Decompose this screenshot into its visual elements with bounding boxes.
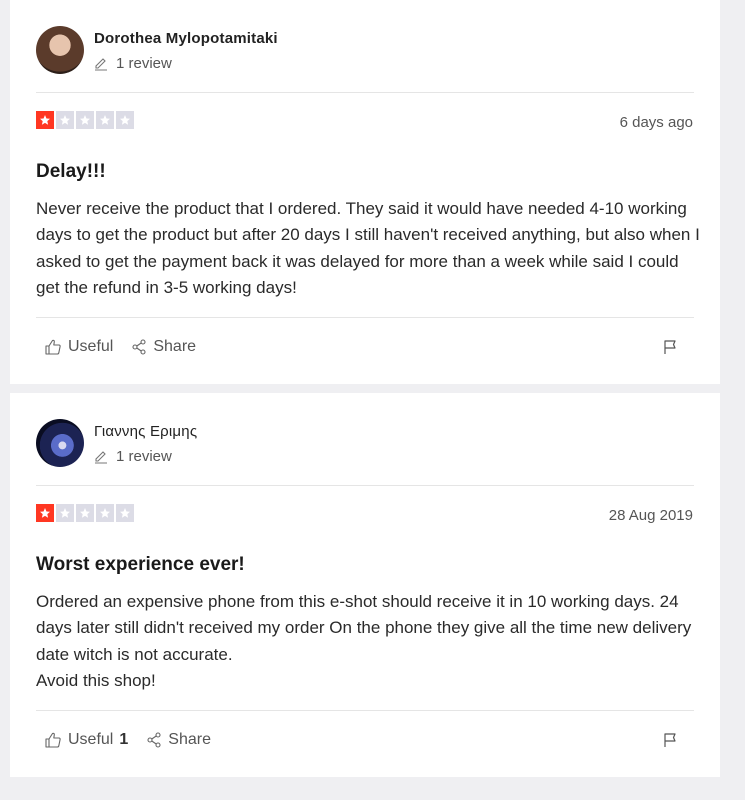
review-count: 1 review bbox=[94, 55, 172, 72]
useful-button[interactable]: Useful bbox=[44, 338, 113, 356]
review-count-label: 1 review bbox=[116, 448, 172, 465]
divider bbox=[36, 710, 694, 711]
review-count: 1 review bbox=[94, 448, 172, 465]
star-rating bbox=[36, 111, 134, 129]
star-icon bbox=[76, 504, 94, 522]
share-button[interactable]: Share bbox=[146, 731, 211, 749]
divider bbox=[36, 317, 694, 318]
review-title[interactable]: Delay!!! bbox=[36, 161, 106, 183]
share-label: Share bbox=[168, 731, 211, 748]
star-rating bbox=[36, 504, 134, 522]
share-icon bbox=[131, 339, 147, 355]
pencil-icon bbox=[94, 450, 108, 464]
reviewer-name[interactable]: Γιαννης Εριμης bbox=[94, 423, 197, 440]
avatar[interactable] bbox=[36, 419, 84, 467]
star-icon bbox=[116, 504, 134, 522]
star-icon bbox=[96, 504, 114, 522]
review-body-line: Avoid this shop! bbox=[36, 671, 156, 691]
useful-count: 1 bbox=[119, 731, 129, 748]
star-icon bbox=[96, 111, 114, 129]
useful-label: Useful bbox=[68, 338, 114, 355]
review-actions: Useful Share bbox=[44, 338, 196, 356]
useful-button[interactable]: Useful 1 bbox=[44, 731, 128, 749]
star-icon bbox=[116, 111, 134, 129]
review-date: 6 days ago bbox=[619, 114, 693, 131]
review-body: Never receive the product that I ordered… bbox=[36, 199, 700, 298]
review-actions: Useful 1 Share bbox=[44, 731, 211, 749]
review-body-line: Ordered an expensive phone from this e-s… bbox=[36, 592, 692, 664]
thumbs-up-icon bbox=[44, 338, 62, 356]
review-date: 28 Aug 2019 bbox=[608, 507, 693, 524]
thumbs-up-icon bbox=[44, 731, 62, 749]
avatar[interactable] bbox=[36, 26, 84, 74]
share-button[interactable]: Share bbox=[131, 338, 196, 356]
star-icon bbox=[36, 111, 54, 129]
share-label: Share bbox=[153, 338, 197, 355]
share-icon bbox=[146, 732, 162, 748]
review-body: Ordered an expensive phone from this e-s… bbox=[36, 589, 701, 695]
review-card: Dorothea Mylopotamitaki 1 review 6 days … bbox=[10, 0, 720, 384]
star-icon bbox=[36, 504, 54, 522]
star-icon bbox=[56, 504, 74, 522]
reviewer-name[interactable]: Dorothea Mylopotamitaki bbox=[94, 30, 278, 47]
divider bbox=[36, 485, 694, 486]
star-icon bbox=[76, 111, 94, 129]
review-title[interactable]: Worst experience ever! bbox=[36, 554, 245, 576]
divider bbox=[36, 92, 694, 93]
review-card: Γιαννης Εριμης 1 review 28 Aug 2019 Wors… bbox=[10, 393, 720, 777]
star-icon bbox=[56, 111, 74, 129]
flag-icon[interactable] bbox=[662, 732, 678, 753]
useful-label: Useful bbox=[68, 731, 114, 748]
flag-icon[interactable] bbox=[662, 339, 678, 360]
pencil-icon bbox=[94, 57, 108, 71]
review-count-label: 1 review bbox=[116, 55, 172, 72]
